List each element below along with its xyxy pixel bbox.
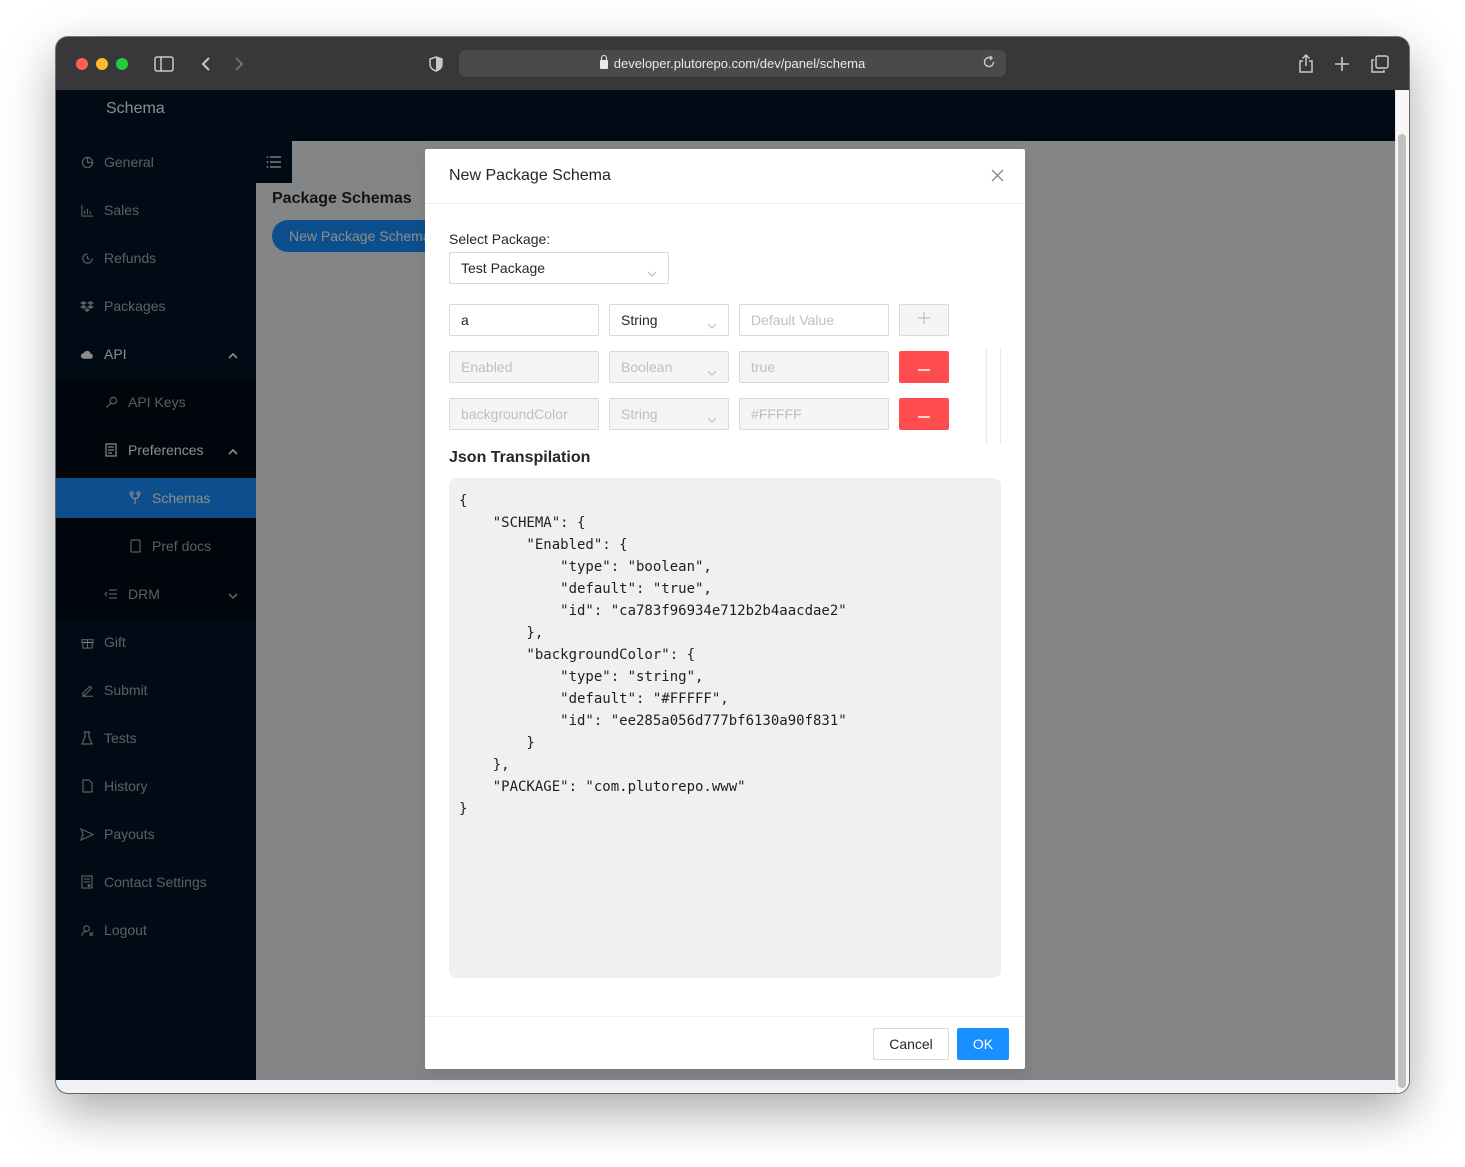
modal-header: New Package Schema [425,149,1025,204]
json-text: { "SCHEMA": { "Enabled": { "type": "bool… [459,493,847,817]
close-icon[interactable] [991,169,1005,183]
sidebar-toggle-icon[interactable] [153,53,175,75]
browser-toolbar: developer.plutorepo.com/dev/panel/schema [56,37,1409,90]
field-type-value: Boolean [621,359,673,375]
json-preview: { "SCHEMA": { "Enabled": { "type": "bool… [449,478,1001,978]
close-window-button[interactable] [76,58,88,70]
field-type-value: String [621,406,658,422]
chevron-down-icon [707,411,717,423]
lock-icon [599,55,608,69]
new-tab-icon[interactable] [1331,53,1353,75]
remove-field-button[interactable] [899,398,949,430]
page-viewport: Schema General Sales Refunds Packages AP… [56,90,1409,1093]
field-default: true [739,351,889,383]
add-field-button[interactable] [899,304,949,336]
reload-icon[interactable] [982,55,998,71]
type-value: String [621,312,658,328]
chevron-down-icon [707,317,717,329]
url-text: developer.plutorepo.com/dev/panel/schema [613,56,866,71]
zoom-window-button[interactable] [116,58,128,70]
select-package-label: Select Package: [449,231,551,247]
field-default: #FFFFF [739,398,889,430]
tab-overview-icon[interactable] [1369,53,1391,75]
key-input[interactable]: a [449,304,599,336]
forward-icon[interactable] [228,53,250,75]
json-section-title: Json Transpilation [449,449,591,466]
type-select[interactable]: String [609,304,729,336]
field-type: Boolean [609,351,729,383]
field-type: String [609,398,729,430]
back-icon[interactable] [195,53,217,75]
ok-button[interactable]: OK [957,1028,1009,1060]
minimize-window-button[interactable] [96,58,108,70]
browser-window: developer.plutorepo.com/dev/panel/schema… [56,37,1409,1093]
fields-scrollbar[interactable] [986,349,1001,444]
plus-icon [918,311,930,329]
package-select[interactable]: Test Package [449,252,669,284]
new-package-schema-modal: New Package Schema Select Package: Test … [425,149,1025,1069]
modal-title: New Package Schema [449,167,611,184]
selected-package: Test Package [461,260,546,276]
field-key: backgroundColor [449,398,599,430]
remove-field-button[interactable] [899,351,949,383]
chevron-down-icon [707,364,717,376]
minus-icon [918,405,930,423]
default-value-input[interactable]: Default Value [739,304,889,336]
scrollbar-thumb[interactable] [1398,134,1406,1088]
default-value-placeholder: Default Value [751,312,835,328]
privacy-shield-icon[interactable] [425,53,447,75]
field-key: Enabled [449,351,599,383]
minus-icon [918,358,930,376]
chevron-down-icon [647,265,657,277]
modal-footer: Cancel OK [425,1016,1025,1069]
share-icon[interactable] [1295,53,1317,75]
cancel-button[interactable]: Cancel [873,1028,949,1060]
address-bar[interactable]: developer.plutorepo.com/dev/panel/schema [459,50,1006,77]
page-scrollbar[interactable] [1395,90,1409,1093]
